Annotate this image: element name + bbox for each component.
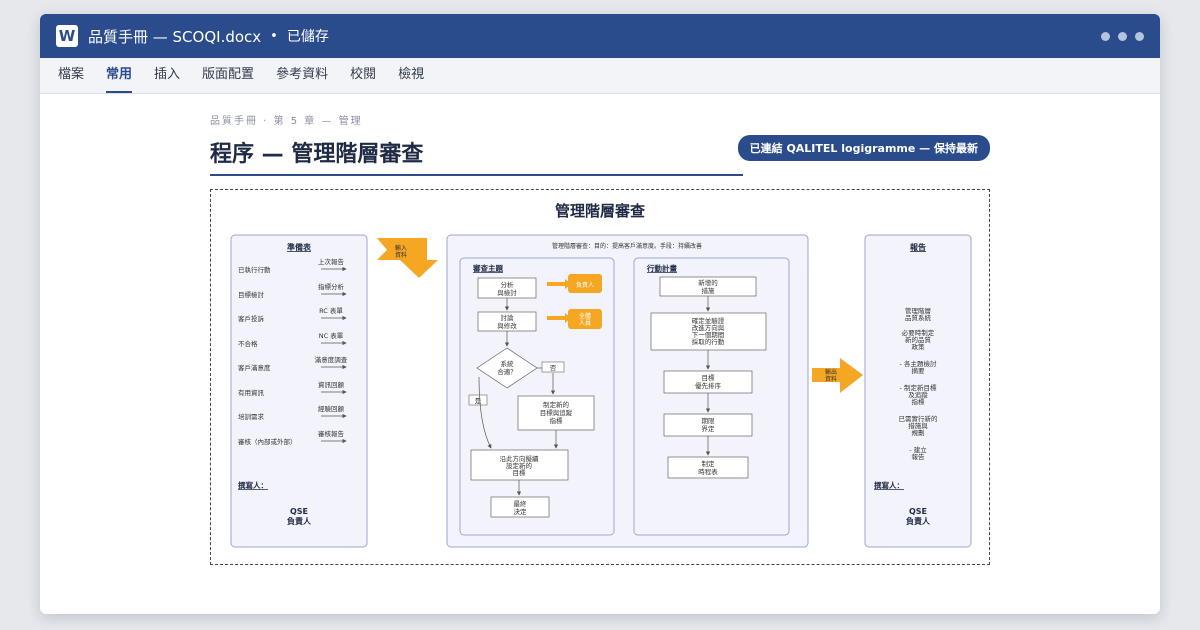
report-author-label: 撰寫人： [874,480,904,490]
window-control-dot-icon[interactable] [1135,32,1144,41]
prep-row-left: 審核（內部或外部） [238,437,297,446]
embedded-diagram[interactable]: 管理階層審查 準備表 已執行行動 上次報告 目標檢討 指標分析 客戶投訴 RC … [210,189,990,565]
input-arrow-line1: 輸入 [395,244,407,252]
decision-line2: 合適？ [497,367,517,376]
report-heading: 報告 [910,242,926,252]
report-item-line: 報告 [912,452,926,461]
new-actions-line2: 措施 [702,286,716,295]
define-line4: 採取的行動 [692,337,725,346]
document-page: 品質手冊 · 第 5 章 — 管理 程序 — 管理階層審查 已連結 QALITE… [210,112,990,176]
prep-row-right: 資訊回顧 [318,380,345,389]
action-plan-heading: 行動計畫 [646,263,677,273]
window-controls [1101,32,1144,41]
prep-row-right: 上次報告 [318,257,345,266]
tab-file[interactable]: 檔案 [58,63,84,93]
timeline-line1: 期限 [702,416,716,425]
page-title[interactable]: 程序 — 管理階層審查 [210,136,743,176]
action-plan-panel [633,257,790,536]
prep-row-right: NC 表單 [319,331,344,340]
all-staff-line1: 全體 [579,312,591,320]
new-actions-line1: 新增的 [698,278,718,287]
report-item: 管理階層 品質系統 [905,306,932,322]
prep-heading: 準備表 [287,242,312,252]
report-item-line: 政策 [912,342,926,351]
report-item-line: 摘要 [912,366,926,375]
window-control-dot-icon[interactable] [1101,32,1110,41]
save-status: 已儲存 [286,29,329,45]
review-heading: 審查主題 [472,263,503,273]
center-objective: 管理階層審查：目的：提高客戶滿意度。手段：持續改善 [552,242,702,250]
title-bar: W 品質手冊 — SCOQI.docx • 已儲存 [40,14,1160,58]
document-window: W 品質手冊 — SCOQI.docx • 已儲存 檔案 常用 插入 版面配置 … [40,14,1160,614]
output-arrow-line1: 輸出 [825,368,837,376]
prep-row-left: 已執行行動 [238,265,271,274]
prep-row-right: 審核報告 [318,429,345,438]
new-targets-line1: 制定新的 [543,400,570,409]
schedule-line2: 時程表 [698,467,718,476]
responsible-role-label: 負責人 [576,281,594,289]
report-author-line2: 負責人 [906,516,931,526]
prep-row-left: 目標檢討 [238,290,265,299]
input-arrow-line2: 資料 [395,251,407,259]
report-item-line: 品質系統 [905,313,932,322]
prep-author-label: 撰寫人： [238,480,268,490]
all-staff-line2: 人員 [579,320,591,327]
report-item-line: 規劃 [912,428,925,437]
discuss-line1: 討論 [501,313,515,322]
prep-row-left: 客戶投訴 [238,314,265,323]
final-line1: 最終 [514,499,528,508]
yes-label: 是 [475,397,482,405]
flowchart: 準備表 已執行行動 上次報告 目標檢討 指標分析 客戶投訴 RC 表單 不合格 … [230,234,972,548]
new-targets-line2: 目標與追蹤 [540,408,573,417]
ribbon-tabs: 檔案 常用 插入 版面配置 參考資料 校閱 檢視 [40,58,1160,94]
input-data-arrow [377,238,438,278]
linked-status-badge[interactable]: 已連結 QALITEL logigramme — 保持最新 [737,135,990,161]
window-control-dot-icon[interactable] [1118,32,1127,41]
output-data-arrow [812,358,863,393]
discuss-line2: 與修改 [497,321,517,330]
prep-author-line2: 負責人 [287,516,312,526]
final-line2: 決定 [514,507,528,516]
tab-layout[interactable]: 版面配置 [202,63,254,93]
analyze-line1: 分析 [501,280,515,289]
priority-line1: 目標 [702,373,716,382]
decision-line1: 系統 [501,359,515,368]
tab-review[interactable]: 校閱 [350,63,376,93]
title-separator: • [270,28,278,44]
tab-view[interactable]: 檢視 [398,63,424,93]
document-filename: 品質手冊 — SCOQI.docx [88,27,262,46]
prep-row-right: RC 表單 [319,306,343,315]
schedule-line1: 制定 [702,459,716,468]
prep-row-left: 有用資訊 [238,388,265,397]
breadcrumb: 品質手冊 · 第 5 章 — 管理 [210,116,363,127]
report-item-line: 指標 [912,397,926,406]
new-targets-line3: 指標 [550,416,564,425]
prep-row-left: 培訓需求 [238,412,265,421]
priority-line2: 優先排序 [695,381,722,390]
report-author-line1: QSE [909,507,927,516]
prep-row-right: 指標分析 [318,282,345,291]
output-arrow-line2: 資料 [825,375,837,383]
prep-author-line1: QSE [290,507,308,516]
direction-line3: 目標 [513,468,527,477]
tab-home[interactable]: 常用 [106,63,133,93]
timeline-line2: 界定 [702,424,716,433]
prep-row-right: 經驗回顧 [318,404,345,413]
analyze-line2: 與檢討 [497,288,517,297]
word-app-icon: W [56,25,78,47]
prep-row-right: 滿意度調查 [315,355,348,364]
tab-references[interactable]: 參考資料 [276,63,328,93]
no-label: 否 [550,364,557,372]
tab-insert[interactable]: 插入 [154,63,180,93]
prep-row-left: 客戶滿意度 [238,363,271,372]
prep-row-left: 不合格 [238,339,258,348]
